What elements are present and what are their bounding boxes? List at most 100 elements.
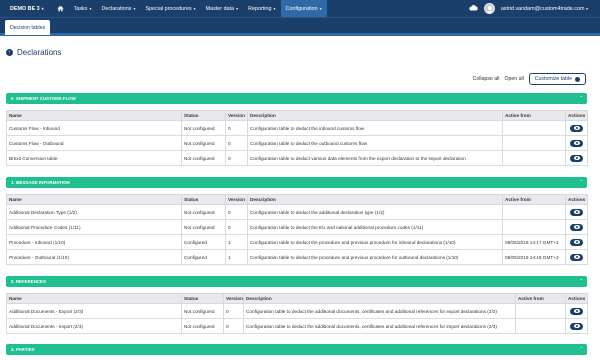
eye-icon (573, 240, 580, 244)
table-row: Customs Flow - Inbound Not configured 0 … (6, 120, 588, 136)
column-header-active-from: Active from (515, 293, 566, 304)
gear-icon (575, 76, 580, 82)
cell-status: Not configured (181, 150, 226, 166)
cell-status: Not configured (181, 204, 226, 220)
column-header-version: Version (225, 110, 248, 121)
column-header-active-from: Active from (502, 194, 566, 205)
cell-status: Not configured (181, 120, 226, 136)
cell-actions (565, 135, 588, 151)
nav-item-label: Configuration (285, 5, 318, 12)
cell-name: Customs Flow - Inbound (6, 120, 182, 136)
table-row: Additional Documents - Import (2/3) Not … (6, 318, 588, 334)
decision-table: Name Status Version Description Active f… (6, 293, 588, 334)
chevron-up-icon[interactable]: ˆ (580, 93, 582, 104)
cell-version: 0 (225, 120, 248, 136)
cell-description: Configuration table to deduct the proced… (247, 249, 503, 265)
environment-label: DEMO BE 3 (10, 5, 40, 12)
section-header-parties[interactable]: 3. PARTIES ˆ (6, 344, 587, 355)
view-button[interactable] (570, 307, 583, 315)
column-header-actions: Actions (565, 293, 588, 304)
view-button[interactable] (570, 139, 583, 147)
cell-active-from (515, 318, 566, 334)
cell-active-from (502, 219, 566, 235)
view-button[interactable] (570, 322, 583, 330)
table-row: Additional Declaration Type (1/2) Not co… (6, 204, 588, 220)
view-button[interactable] (570, 223, 583, 231)
cell-description: Configuration table to deduct the additi… (243, 318, 516, 334)
column-header-description: Description (243, 293, 516, 304)
eye-icon (573, 156, 580, 160)
cell-description: Configuration table to deduct the inboun… (247, 120, 503, 136)
cell-version: 0 (223, 303, 244, 319)
column-header-status: Status (181, 293, 224, 304)
view-button[interactable] (570, 124, 583, 132)
user-area: astrid.vandam@custom4trade.com ▾ (469, 3, 600, 14)
user-email: astrid.vandam@custom4trade.com (500, 5, 585, 12)
page-header: ‹ Declarations (6, 48, 61, 57)
section-header-references[interactable]: 2. REFERENCES ˆ (6, 276, 587, 287)
back-arrow-icon[interactable]: ‹ (6, 49, 13, 56)
chevron-down-icon: ▾ (41, 6, 44, 11)
cell-actions (565, 303, 588, 319)
tab-decision-tables[interactable]: Decision tables (5, 20, 51, 35)
cell-name: Procedure - Outbound (1/10) (6, 249, 182, 265)
nav-item-master-data[interactable]: Master data ▾ (201, 0, 243, 17)
main-content: ‹ Declarations Collapse all Open all Cus… (0, 36, 600, 360)
cell-name: Additional Declaration Type (1/2) (6, 204, 182, 220)
chevron-down-icon: ▾ (133, 6, 136, 11)
open-all-button[interactable]: Open all (504, 76, 523, 82)
view-button[interactable] (570, 238, 583, 246)
cell-active-from: 08/05/2019 14:18 GMT+2 (502, 249, 566, 265)
nav-item-reporting[interactable]: Reporting ▾ (243, 0, 280, 17)
cell-version: 1 (225, 234, 248, 250)
cell-active-from (502, 150, 566, 166)
table-header-row: Name Status Version Description Active f… (6, 194, 588, 205)
cell-actions (565, 318, 588, 334)
chevron-down-icon: ▾ (193, 6, 196, 11)
cell-name: Customs Flow - Outbound (6, 135, 182, 151)
column-header-status: Status (181, 110, 226, 121)
nav-item-special-procedures[interactable]: Special procedures ▾ (140, 0, 200, 17)
cell-description: Configuration table to deduct the additi… (243, 303, 516, 319)
chevron-up-icon[interactable]: ˆ (580, 344, 582, 355)
column-header-status: Status (181, 194, 226, 205)
cell-version: 0 (225, 150, 248, 166)
cell-version: 0 (225, 219, 248, 235)
section-title: 0. SHIPMENT CUSTOMS FLOW (11, 96, 76, 101)
cell-name: Procedure - Inbound (1/10) (6, 234, 182, 250)
chevron-down-icon: ▾ (319, 6, 322, 11)
view-button[interactable] (570, 154, 583, 162)
cell-actions (565, 204, 588, 220)
nav-item-declarations[interactable]: Declarations ▾ (96, 0, 140, 17)
cell-actions (565, 249, 588, 265)
section-header-shipment-customs-flow[interactable]: 0. SHIPMENT CUSTOMS FLOW ˆ (6, 93, 587, 104)
user-menu[interactable]: astrid.vandam@custom4trade.com ▾ (501, 6, 588, 12)
column-header-name: Name (6, 293, 182, 304)
collapse-all-button[interactable]: Collapse all (473, 76, 500, 82)
view-button[interactable] (570, 253, 583, 261)
nav-item-tasks[interactable]: Tasks ▾ (69, 0, 97, 17)
chevron-up-icon[interactable]: ˆ (580, 276, 582, 287)
section-header-message-information[interactable]: 1. MESSAGE INFORMATION ˆ (6, 177, 587, 188)
cell-active-from (502, 120, 566, 136)
home-icon[interactable] (52, 0, 69, 17)
cell-status: Not configured (181, 219, 226, 235)
cloud-download-icon[interactable] (469, 4, 478, 13)
table-header-row: Name Status Version Description Active f… (6, 110, 588, 121)
chevron-up-icon[interactable]: ˆ (580, 177, 582, 188)
cell-active-from (515, 303, 566, 319)
cell-status: Configured (181, 234, 226, 250)
nav-item-label: Master data (205, 5, 235, 12)
environment-selector[interactable]: DEMO BE 3 ▾ (0, 6, 52, 12)
view-button[interactable] (570, 208, 583, 216)
column-header-name: Name (6, 194, 182, 205)
customize-table-label: Customize table (534, 76, 572, 82)
cell-name: Additional Documents - Export (2/3) (6, 303, 182, 319)
column-header-actions: Actions (565, 110, 588, 121)
column-header-description: Description (247, 110, 503, 121)
cell-actions (565, 120, 588, 136)
cell-version: 1 (225, 249, 248, 265)
customize-table-button[interactable]: Customize table (528, 73, 586, 85)
nav-item-configuration[interactable]: Configuration ▾ (280, 0, 327, 17)
avatar[interactable] (483, 3, 495, 14)
